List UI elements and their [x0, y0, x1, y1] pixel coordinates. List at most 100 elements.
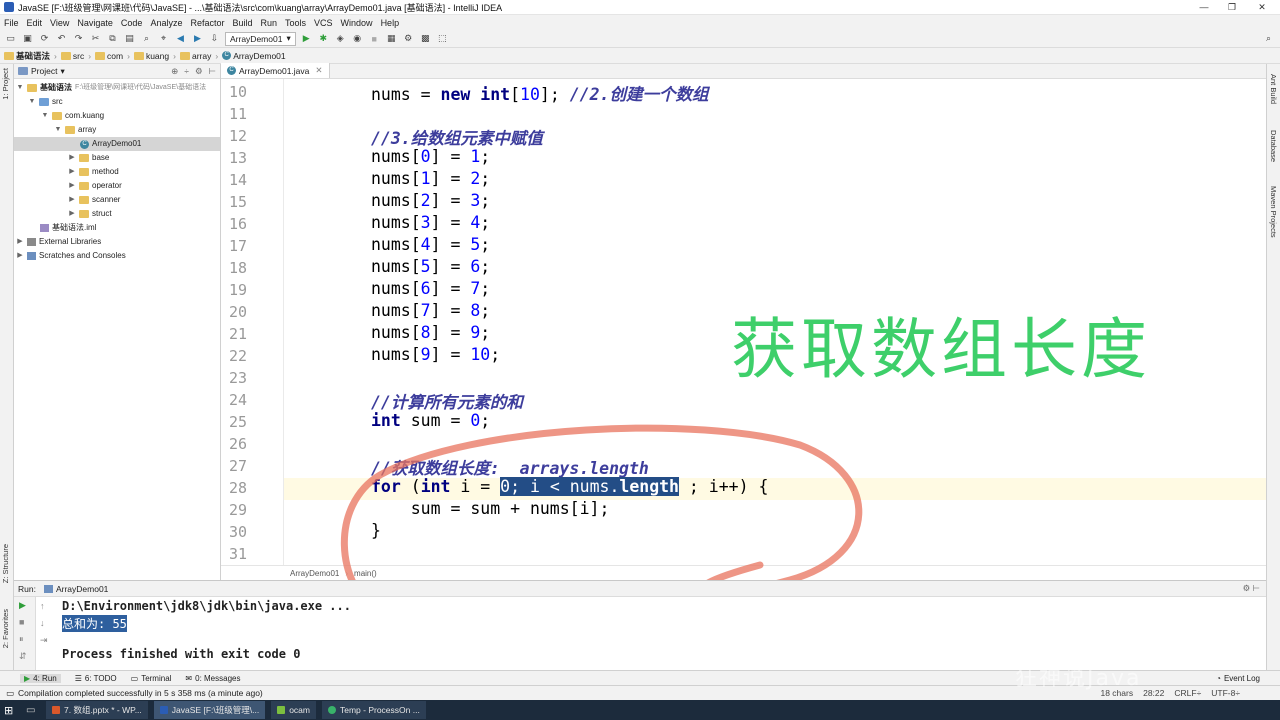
menu-edit[interactable]: Edit: [27, 18, 43, 28]
taskbar-processon[interactable]: Temp - ProcessOn ...: [321, 701, 426, 719]
project-view-select[interactable]: Project: [31, 66, 57, 76]
back-icon[interactable]: ◀: [174, 32, 187, 45]
tree-item-external-libraries[interactable]: ▶ External Libraries: [16, 235, 101, 249]
search-everywhere-icon[interactable]: ⌕: [1262, 32, 1275, 45]
save-all-icon[interactable]: ▣: [21, 32, 34, 45]
close-tab-icon[interactable]: ✕: [315, 65, 322, 76]
find-icon[interactable]: ⌕: [140, 32, 153, 45]
chevron-right-icon[interactable]: ▶: [16, 235, 24, 249]
favorites-tool-tab[interactable]: 2: Favorites: [1, 609, 10, 648]
tree-item-struct[interactable]: ▶ struct: [68, 207, 112, 221]
undo-icon[interactable]: ↶: [55, 32, 68, 45]
sdk-icon[interactable]: ▩: [419, 32, 432, 45]
task-view-icon[interactable]: ▭: [26, 705, 40, 716]
menu-window[interactable]: Window: [341, 18, 373, 28]
menu-tools[interactable]: Tools: [285, 18, 306, 28]
chevron-down-icon[interactable]: ▼: [54, 123, 62, 137]
nav-class[interactable]: C ArrayDemo01: [222, 51, 286, 61]
menu-view[interactable]: View: [50, 18, 69, 28]
project-tool-tab[interactable]: 1: Project: [1, 68, 10, 100]
run-config-tab[interactable]: ArrayDemo01: [43, 584, 108, 594]
chevron-right-icon[interactable]: ▶: [68, 193, 76, 207]
soft-wrap-icon[interactable]: ⇥: [40, 635, 48, 646]
debug-icon[interactable]: ✱: [317, 32, 330, 45]
tool-run-tab[interactable]: ▶ 4: Run: [20, 673, 61, 683]
menu-help[interactable]: Help: [381, 18, 400, 28]
coverage-icon[interactable]: ◈: [334, 32, 347, 45]
tree-item-array[interactable]: ▼ array: [54, 123, 96, 137]
copy-icon[interactable]: ⧉: [106, 32, 119, 45]
profile-icon[interactable]: ◉: [351, 32, 364, 45]
stop-icon[interactable]: ■: [19, 617, 24, 627]
run-icon[interactable]: ▶: [300, 32, 313, 45]
cut-icon[interactable]: ✂: [89, 32, 102, 45]
maximize-button[interactable]: ❐: [1218, 0, 1246, 15]
tree-item-iml[interactable]: 基础语法.iml: [40, 221, 96, 235]
settings-icon[interactable]: ⚙: [402, 32, 415, 45]
tree-item-base[interactable]: ▶ base: [68, 151, 109, 165]
chevron-right-icon[interactable]: ▶: [68, 207, 76, 221]
chevron-right-icon[interactable]: ▶: [16, 249, 24, 263]
scroll-from-source-icon[interactable]: ⊕: [171, 66, 178, 77]
collapse-all-icon[interactable]: ÷: [184, 66, 189, 77]
nav-module[interactable]: 基础语法: [4, 50, 50, 62]
minimize-button[interactable]: —: [1190, 0, 1218, 15]
vcs-icon[interactable]: ⬚: [436, 32, 449, 45]
taskbar-wps[interactable]: 7. 数组.pptx * - WP...: [46, 701, 148, 719]
tree-item-scanner[interactable]: ▶ scanner: [68, 193, 120, 207]
windows-start-icon[interactable]: ⊞: [4, 704, 20, 717]
nav-array[interactable]: array: [179, 51, 211, 61]
tree-item-src[interactable]: ▼ src: [28, 95, 63, 109]
nav-kuang[interactable]: kuang: [133, 51, 169, 61]
replace-icon[interactable]: ⌖: [157, 32, 170, 45]
menu-run[interactable]: Run: [261, 18, 278, 28]
tree-item-module[interactable]: ▼ 基础语法 F:\班级管理\网课班\代码\JavaSE\基础语法: [16, 81, 206, 95]
forward-icon[interactable]: ▶: [191, 32, 204, 45]
menu-navigate[interactable]: Navigate: [77, 18, 113, 28]
maven-projects-tab[interactable]: Maven Projects: [1269, 186, 1278, 238]
scroll-down-icon[interactable]: ↓: [40, 618, 45, 628]
chevron-down-icon[interactable]: ▼: [41, 109, 49, 123]
chevron-right-icon[interactable]: ▶: [68, 151, 76, 165]
stop-icon[interactable]: ■: [368, 32, 381, 45]
nav-com[interactable]: com: [95, 51, 123, 61]
chevron-right-icon[interactable]: ▶: [68, 165, 76, 179]
open-icon[interactable]: ▭: [4, 32, 17, 45]
menu-refactor[interactable]: Refactor: [190, 18, 224, 28]
tree-item-scratches[interactable]: ▶ Scratches and Consoles: [16, 249, 126, 263]
structure-tool-tab[interactable]: Z: Structure: [1, 544, 10, 583]
menu-code[interactable]: Code: [121, 18, 143, 28]
gear-icon[interactable]: ⚙ ⊢: [1243, 583, 1266, 594]
sync-icon[interactable]: ⟳: [38, 32, 51, 45]
database-tab[interactable]: Database: [1269, 130, 1278, 162]
menu-vcs[interactable]: VCS: [314, 18, 333, 28]
close-button[interactable]: ✕: [1248, 0, 1276, 15]
hide-icon[interactable]: ⊢: [209, 66, 216, 77]
chevron-down-icon[interactable]: ▼: [16, 81, 24, 95]
menu-build[interactable]: Build: [232, 18, 252, 28]
restore-layout-icon[interactable]: ⇵: [19, 651, 27, 662]
chevron-down-icon[interactable]: ▼: [28, 95, 36, 109]
run-config-select[interactable]: ArrayDemo01 ▾: [225, 31, 296, 46]
ant-build-tab[interactable]: Ant Build: [1269, 74, 1278, 104]
chevron-down-icon[interactable]: ▾: [60, 66, 64, 77]
editor-tab-arraydemo01[interactable]: C ArrayDemo01.java ✕: [221, 63, 330, 78]
redo-icon[interactable]: ↷: [72, 32, 85, 45]
nav-src[interactable]: src: [60, 51, 84, 61]
rerun-icon[interactable]: ▶: [19, 600, 26, 611]
paste-icon[interactable]: ▤: [123, 32, 136, 45]
line-separator[interactable]: CRLF÷: [1174, 688, 1201, 698]
file-encoding[interactable]: UTF-8÷: [1211, 688, 1240, 698]
taskbar-intellij[interactable]: JavaSE [F:\班级管理\...: [153, 701, 266, 719]
pause-icon[interactable]: ⏸: [19, 634, 24, 645]
tool-messages-tab[interactable]: ✉ 0: Messages: [185, 674, 240, 683]
tree-item-method[interactable]: ▶ method: [68, 165, 119, 179]
menu-file[interactable]: File: [4, 18, 19, 28]
tool-terminal-tab[interactable]: ▭ Terminal: [131, 674, 172, 683]
gear-icon[interactable]: ⚙: [195, 66, 203, 77]
menu-analyze[interactable]: Analyze: [150, 18, 182, 28]
chevron-right-icon[interactable]: ▶: [68, 179, 76, 193]
caret-position[interactable]: 28:22: [1143, 688, 1164, 698]
tree-item-arraydemo01[interactable]: C ArrayDemo01: [14, 137, 220, 151]
project-structure-icon[interactable]: ▦: [385, 32, 398, 45]
